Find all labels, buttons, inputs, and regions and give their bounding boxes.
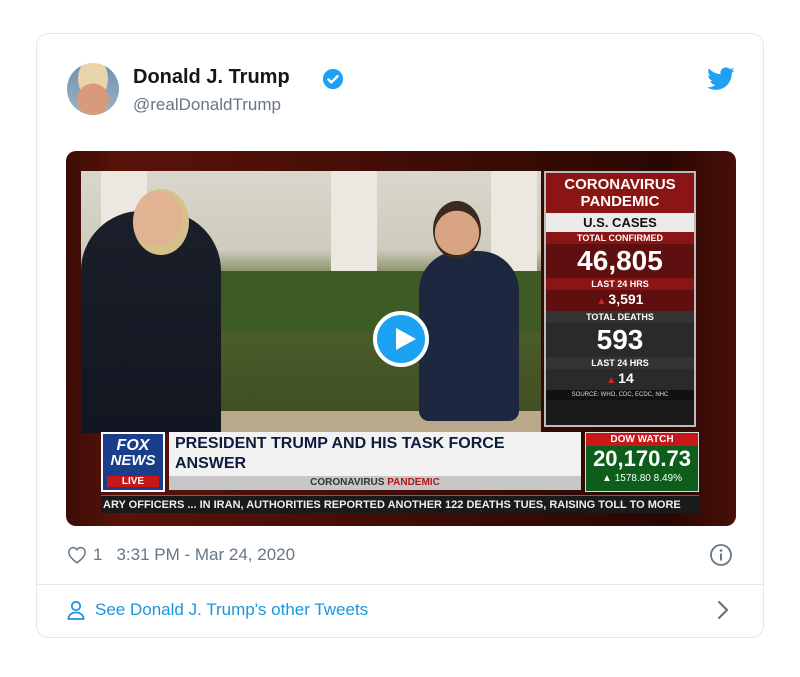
video-scene xyxy=(81,171,541,433)
play-icon[interactable] xyxy=(373,311,429,367)
panel-source: SOURCE: WHO, CDC, ECDC, NHC xyxy=(546,390,694,400)
confirmed-24-label: LAST 24 HRS xyxy=(546,278,694,290)
headline: PRESIDENT TRUMP AND HIS TASK FORCE ANSWE… xyxy=(169,432,581,492)
logo-line1: FOX xyxy=(116,437,150,454)
like-count[interactable]: 1 xyxy=(93,545,102,565)
deaths-24-value: 14 xyxy=(618,370,634,386)
panel-subtitle: U.S. CASES xyxy=(546,213,694,232)
panel-title-line2: PANDEMIC xyxy=(580,193,660,210)
news-ticker: ARY OFFICERS ... IN IRAN, AUTHORITIES RE… xyxy=(101,495,699,513)
deaths-label: TOTAL DEATHS xyxy=(546,311,694,323)
dow-up-icon: ▲ xyxy=(602,473,615,484)
dow-change: 1578.80 8.49% xyxy=(614,473,682,484)
dow-value: 20,170.73 xyxy=(593,446,691,471)
panel-title-line1: CORONAVIRUS xyxy=(564,176,676,193)
sub-bar: CORONAVIRUS PANDEMIC xyxy=(169,476,581,490)
up-triangle-icon: ▲ xyxy=(596,296,607,307)
verified-badge-icon xyxy=(322,68,344,90)
logo-line2: NEWS xyxy=(110,452,156,469)
user-icon xyxy=(67,600,85,620)
heart-icon[interactable] xyxy=(67,546,87,564)
twitter-bird-icon[interactable] xyxy=(707,67,735,91)
tweet-meta: 1 3:31 PM - Mar 24, 2020 xyxy=(67,543,295,567)
subbar-prefix: CORONAVIRUS xyxy=(310,477,385,488)
confirmed-24-value: 3,591 xyxy=(608,291,644,307)
author-avatar[interactable] xyxy=(67,63,119,115)
chevron-right-icon[interactable] xyxy=(717,600,729,620)
person-left-head xyxy=(133,189,189,255)
subbar-accent: PANDEMIC xyxy=(387,477,440,488)
cases-panel: CORONAVIRUS PANDEMIC U.S. CASES TOTAL CO… xyxy=(544,171,696,427)
confirmed-label: TOTAL CONFIRMED xyxy=(546,232,694,244)
see-more-link[interactable]: See Donald J. Trump's other Tweets xyxy=(67,600,368,620)
see-more-label[interactable]: See Donald J. Trump's other Tweets xyxy=(95,600,368,620)
headline-line1: PRESIDENT TRUMP AND HIS TASK FORCE ANSWE… xyxy=(175,435,505,472)
divider xyxy=(37,584,763,585)
info-icon[interactable] xyxy=(709,543,733,567)
dow-watch: DOW WATCH 20,170.73 ▲ 1578.80 8.49% xyxy=(585,432,699,492)
person-right xyxy=(419,251,519,421)
deaths-24-label: LAST 24 HRS xyxy=(546,357,694,369)
person-right-head xyxy=(433,201,481,259)
tweet-card: Donald J. Trump @realDonaldTrump CORONAV… xyxy=(36,33,764,638)
confirmed-value: 46,805 xyxy=(546,244,694,278)
lower-third: FOX NEWS LIVE PRESIDENT TRUMP AND HIS TA… xyxy=(101,432,699,496)
up-triangle-icon: ▲ xyxy=(606,375,617,386)
deaths-value: 593 xyxy=(546,323,694,357)
video-player[interactable]: CORONAVIRUS PANDEMIC U.S. CASES TOTAL CO… xyxy=(66,151,736,526)
author-name[interactable]: Donald J. Trump xyxy=(133,66,290,89)
dow-title: DOW WATCH xyxy=(586,433,698,446)
fox-news-logo: FOX NEWS LIVE xyxy=(101,432,165,492)
tweet-timestamp[interactable]: 3:31 PM - Mar 24, 2020 xyxy=(116,545,295,565)
logo-live: LIVE xyxy=(107,476,159,487)
author-handle[interactable]: @realDonaldTrump xyxy=(133,95,281,115)
